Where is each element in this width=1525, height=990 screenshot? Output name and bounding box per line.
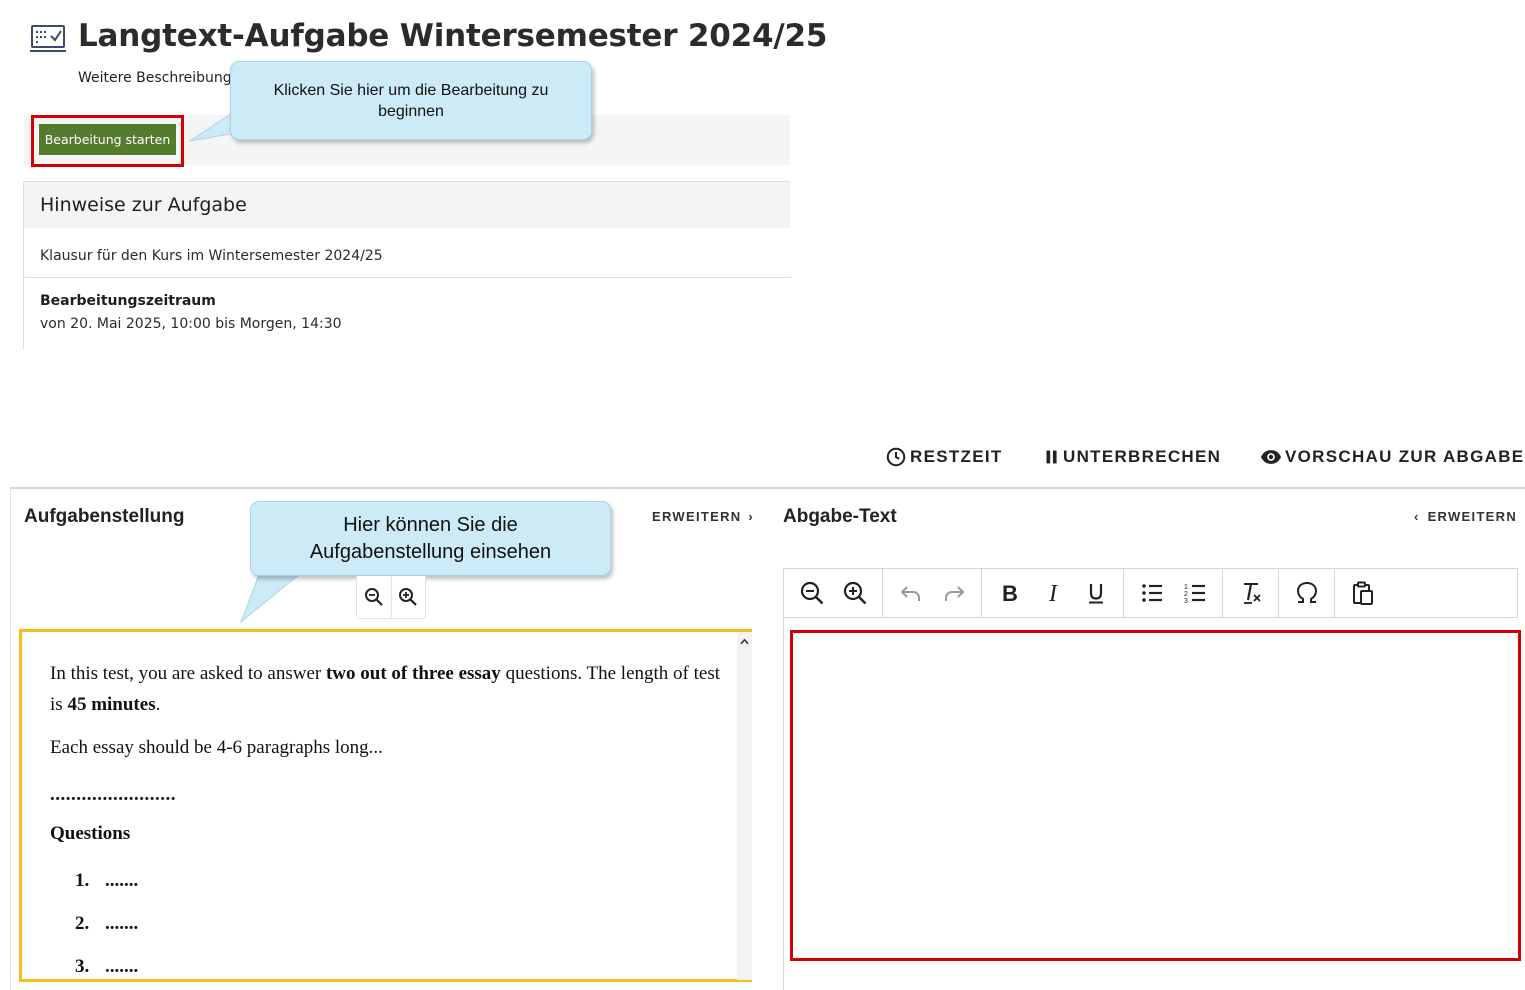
zoom-out-icon [800,581,823,605]
eye-icon [1260,446,1282,468]
submission-pane-title: Abgabe-Text [783,506,897,527]
bold-icon: B [1002,581,1018,606]
task-list-icon [30,25,66,55]
editor-border [783,618,784,990]
start-editing-button[interactable]: Bearbeitung starten [39,124,176,155]
expand-task-label: ERWEITERN [652,509,742,524]
numbered-list-button[interactable]: 123 [1173,569,1216,617]
task-statement-content: In this test, you are asked to answer tw… [50,658,730,979]
undo-icon [900,586,920,601]
zoom-out-icon [364,588,383,606]
italic-icon: I [1048,581,1058,606]
scroll-up-arrow-icon[interactable] [737,632,752,650]
expand-task-pane-link[interactable]: ERWEITERN › [652,509,754,524]
svg-text:2: 2 [1184,591,1188,598]
svg-text:B: B [1002,581,1018,606]
info-panel-header: Hinweise zur Aufgabe [24,182,790,228]
task-separator-dots: ........................ [50,784,176,805]
underline-button[interactable] [1074,569,1117,617]
submission-text-editor[interactable] [790,630,1521,961]
undo-button[interactable] [889,569,932,617]
task-length-paragraph: Each essay should be 4-6 paragraphs long… [50,737,383,758]
bullet-list-button[interactable] [1130,569,1173,617]
info-divider [25,277,791,278]
redo-icon [944,586,964,601]
paste-tool-group [1335,569,1390,617]
info-panel-title: Hinweise zur Aufgabe [40,194,247,216]
bullet-list-icon [1141,584,1162,602]
zoom-in-button[interactable] [390,576,425,618]
period-label: Bearbeitungszeitraum [40,293,216,309]
question-item: 1........ [75,870,139,891]
editor-zoom-out-button[interactable] [790,569,833,617]
editor-zoom-in-button[interactable] [833,569,876,617]
question-item: 2........ [75,913,139,934]
expand-submission-pane-link[interactable]: ‹ ERWEITERN [1414,509,1517,524]
zoom-tool-group [784,569,883,617]
questions-heading: Questions [50,823,131,844]
pause-label: UNTERBRECHEN [1063,447,1222,466]
page-description: Weitere Beschreibung [78,70,232,86]
special-char-tool-group [1279,569,1335,617]
question-item: 3........ [75,956,139,977]
italic-button[interactable]: I [1031,569,1074,617]
redo-button[interactable] [932,569,975,617]
pause-icon [1044,446,1060,468]
clear-tool-group [1223,569,1279,617]
history-tool-group [883,569,982,617]
remaining-time-label: RESTZEIT [910,447,1003,466]
task-info-panel: Hinweise zur Aufgabe Klausur für den Kur… [23,181,791,349]
editor-toolbar: B I 123 [783,568,1518,618]
period-value: von 20. Mai 2025, 10:00 bis Morgen, 14:3… [40,316,342,332]
svg-text:I: I [1048,581,1058,606]
task-statement-frame[interactable]: In this test, you are asked to answer tw… [19,629,752,982]
svg-text:3: 3 [1184,598,1188,605]
submission-preview-label: VORSCHAU ZUR ABGABE [1285,447,1525,466]
format-tool-group: B I [982,569,1124,617]
remaining-time-button[interactable]: RESTZEIT [885,445,1003,469]
start-hint-callout: Klicken Sie hier um die Bearbeitung zu b… [230,61,592,140]
zoom-in-icon [843,581,866,605]
task-intro-paragraph: In this test, you are asked to answer tw… [50,663,720,715]
omega-icon [1296,581,1317,603]
task-pane-title: Aufgabenstellung [24,506,185,527]
paste-button[interactable] [1341,569,1384,617]
clock-icon [885,446,907,468]
task-zoom-controls [356,576,426,619]
task-scrollbar[interactable] [737,632,752,980]
submission-preview-button[interactable]: VORSCHAU ZUR ABGABE [1260,445,1524,469]
zoom-out-button[interactable] [357,576,391,618]
clipboard-icon [1352,581,1373,605]
list-tool-group: 123 [1124,569,1223,617]
expand-submission-label: ERWEITERN [1427,509,1518,524]
pause-button[interactable]: UNTERBRECHEN [1044,445,1221,469]
zoom-in-icon [399,588,418,606]
svg-text:1: 1 [1184,584,1188,591]
clear-formatting-button[interactable] [1229,569,1272,617]
page-title: Langtext-Aufgabe Wintersemester 2024/25 [78,18,828,54]
underline-icon [1088,584,1103,604]
chevron-left-icon: ‹ [1414,509,1420,524]
course-description: Klausur für den Kurs im Wintersemester 2… [40,248,383,264]
numbered-list-icon: 123 [1184,584,1205,605]
clear-formatting-icon [1243,583,1261,604]
chevron-right-icon: › [748,509,755,524]
special-character-button[interactable] [1285,569,1328,617]
task-hint-callout: Hier können Sie die Aufgabenstellung ein… [250,501,611,576]
bold-button[interactable]: B [988,569,1031,617]
